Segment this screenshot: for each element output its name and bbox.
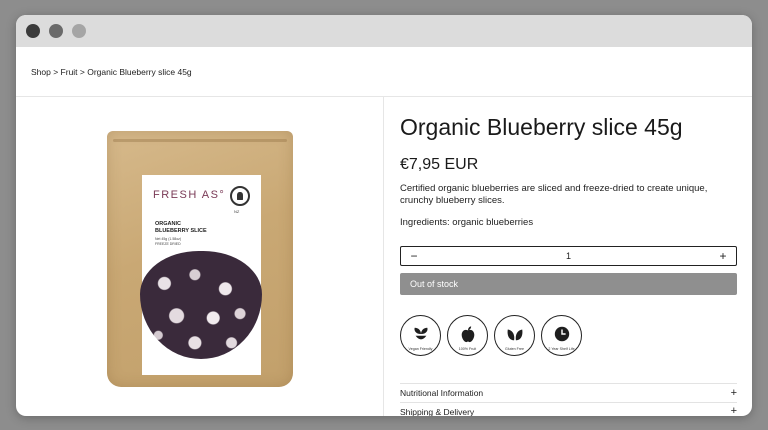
badge-gluten-free: Gluten Free [494, 315, 535, 356]
minimize-window-button[interactable] [49, 24, 63, 38]
breadcrumb: Shop > Fruit > Organic Blueberry slice 4… [16, 47, 752, 97]
quantity-increase-button[interactable]: + [717, 250, 729, 262]
close-window-button[interactable] [26, 24, 40, 38]
bag-zip-seal [113, 139, 287, 142]
badge-label: Gluten Free [505, 347, 524, 351]
product-badges: Vegan Friendly 100% Fruit Gluten Free 2 … [400, 315, 582, 356]
product-image: FRESH AS° NZ ORGANIC BLUEBERRY SLICE Net… [107, 131, 293, 387]
breadcrumb-separator: > [77, 66, 88, 77]
clock-icon [554, 326, 569, 341]
maximize-window-button[interactable] [72, 24, 86, 38]
badge-shelf-life: 2 Year Shelf Life [541, 315, 582, 356]
bag-seal-text: NZ [234, 209, 240, 214]
plus-icon: + [730, 405, 737, 417]
accordion-shipping-delivery[interactable]: Shipping & Delivery + [400, 402, 737, 416]
accordion-label: Shipping & Delivery [400, 406, 475, 417]
product-accordion: Nutritional Information + Shipping & Del… [400, 383, 737, 416]
product-image-pane: FRESH AS° NZ ORGANIC BLUEBERRY SLICE Net… [16, 97, 384, 416]
product-ingredients: Ingredients: organic blueberries [400, 217, 534, 228]
bag-small-print: Net 45g (1.58oz) FREEZE DRIED [155, 237, 181, 247]
browser-window: Shop > Fruit > Organic Blueberry slice 4… [16, 15, 752, 416]
product-details-pane: Organic Blueberry slice 45g €7,95 EUR Ce… [385, 97, 752, 416]
accordion-label: Nutritional Information [400, 388, 484, 398]
leaf-icon [507, 329, 522, 340]
bag-product-line2: BLUEBERRY SLICE [155, 228, 207, 234]
plus-icon: + [730, 386, 737, 399]
badge-100-fruit: 100% Fruit [447, 315, 488, 356]
accordion-nutritional-information[interactable]: Nutritional Information + [400, 383, 737, 402]
bag-brand-text: FRESH AS° [153, 189, 226, 201]
badge-label: 2 Year Shelf Life [548, 347, 575, 351]
breadcrumb-shop-link[interactable]: Shop [31, 67, 51, 77]
seedling-icon [413, 327, 428, 339]
out-of-stock-button[interactable]: Out of stock [400, 273, 737, 295]
title-bar [16, 15, 752, 47]
product-description: Certified organic blueberries are sliced… [400, 183, 708, 206]
breadcrumb-current-page: Organic Blueberry slice 45g [87, 66, 192, 77]
badge-vegan-friendly: Vegan Friendly [400, 315, 441, 356]
breadcrumb-fruit-link[interactable]: Fruit [61, 67, 78, 77]
product-title: Organic Blueberry slice 45g [400, 114, 683, 140]
quantity-decrease-button[interactable]: − [408, 250, 420, 262]
badge-label: 100% Fruit [458, 347, 477, 351]
organic-seal-icon [230, 186, 250, 206]
quantity-input[interactable]: 1 [420, 251, 717, 261]
product-price: €7,95 EUR [400, 156, 479, 173]
bag-process-text: FREEZE DRIED [155, 242, 181, 246]
apple-icon [461, 325, 474, 342]
breadcrumb-separator: > [50, 66, 61, 77]
quantity-stepper: − 1 + [400, 246, 737, 266]
bag-product-name: ORGANIC BLUEBERRY SLICE [155, 221, 207, 235]
badge-label: Vegan Friendly [408, 347, 433, 351]
bag-product-line1: ORGANIC [155, 221, 181, 227]
